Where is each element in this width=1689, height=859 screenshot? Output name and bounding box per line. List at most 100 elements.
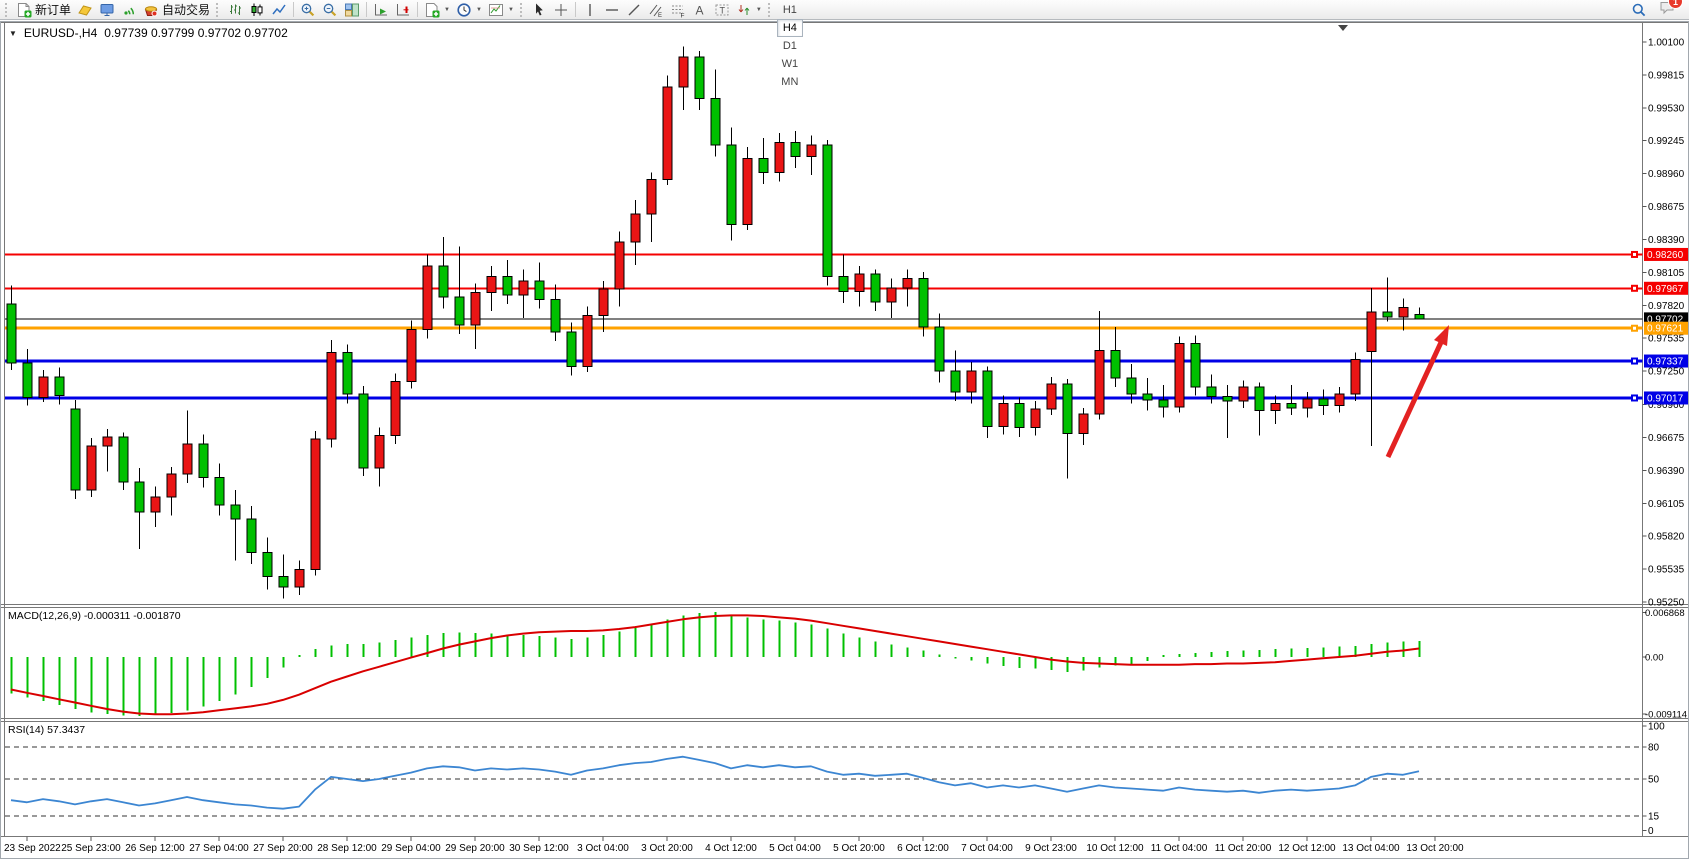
candlestick-chart-button[interactable] [246, 1, 268, 19]
line-anchor-marker-center [1633, 253, 1636, 256]
candle-body [1255, 387, 1264, 410]
candle-body [775, 142, 784, 172]
candle-body [999, 403, 1008, 426]
horizontal-line-button[interactable] [601, 1, 623, 19]
candle-body [1271, 403, 1280, 410]
candle-body [1207, 387, 1216, 396]
candle-body [455, 297, 464, 325]
time-tick-label: 28 Sep 12:00 [317, 843, 377, 854]
timeframe-h4[interactable]: H4 [777, 19, 803, 37]
templates-button[interactable]: ▼ [485, 1, 517, 19]
timeframe-d1[interactable]: D1 [777, 37, 803, 55]
chart-profiles-button[interactable] [74, 1, 96, 19]
vertical-line-icon [582, 2, 598, 18]
price-tick-label: 0.95820 [1648, 532, 1685, 543]
tile-windows-button[interactable] [341, 1, 363, 19]
arrows-icon [736, 2, 752, 18]
toolbar-grip [768, 3, 773, 17]
macd-label: MACD(12,26,9) -0.000311 -0.001870 [8, 610, 181, 622]
candle-body [679, 57, 688, 87]
chat-button[interactable]: 1 [1659, 0, 1675, 20]
chart-shift-marker[interactable] [1338, 25, 1348, 31]
signals-button[interactable] [118, 1, 140, 19]
hline-price-tag-label: 0.98260 [1647, 250, 1684, 261]
candle-body [151, 497, 160, 512]
candle-body [951, 371, 960, 392]
candlesticks [7, 47, 1424, 599]
candle-body [279, 577, 288, 587]
cursor-button[interactable] [528, 1, 550, 19]
timeframe-w1[interactable]: W1 [777, 55, 803, 73]
periods-button[interactable]: ▼ [453, 1, 485, 19]
trendline-icon [626, 2, 642, 18]
toolbar-separator [366, 2, 367, 17]
candle-body [359, 394, 368, 468]
candle-body [135, 482, 144, 512]
toolbar-separator [293, 2, 294, 17]
equidistant-channel-button[interactable]: E [645, 1, 667, 19]
auto-scroll-button[interactable] [370, 1, 392, 19]
candle-body [919, 279, 928, 327]
text-label-icon: T [714, 2, 730, 18]
time-tick-label: 12 Oct 12:00 [1278, 843, 1336, 854]
candle-body [215, 477, 224, 505]
time-tick-label: 13 Oct 20:00 [1406, 843, 1464, 854]
candle-body [1063, 384, 1072, 434]
candle-body [583, 316, 592, 367]
price-tick-label: 0.96105 [1648, 499, 1685, 510]
search-icon[interactable] [1631, 2, 1647, 18]
autotrading-icon [143, 2, 159, 18]
time-axis[interactable]: 23 Sep 202225 Sep 23:0026 Sep 12:0027 Se… [4, 837, 1464, 855]
line-anchor-marker-center [1633, 327, 1636, 330]
vertical-line-button[interactable] [579, 1, 601, 19]
auto-scroll-icon [373, 2, 389, 18]
rsi-line [11, 757, 1419, 809]
chart-title: ▼ EURUSD-,H4 0.97739 0.97799 0.97702 0.9… [9, 26, 288, 40]
autotrading-button[interactable]: 自动交易 [140, 1, 213, 19]
zoom-out-icon [322, 2, 338, 18]
chevron-down-icon: ▼ [444, 7, 450, 13]
price-tick-label: 0.99245 [1648, 136, 1685, 147]
chart-shift-button[interactable] [392, 1, 414, 19]
time-tick-label: 5 Oct 04:00 [769, 843, 821, 854]
crosshair-button[interactable] [550, 1, 572, 19]
text-label-button[interactable]: T [711, 1, 733, 19]
chart-window[interactable]: ▼ EURUSD-,H4 0.97739 0.97799 0.97702 0.9… [0, 21, 1689, 859]
candle-body [839, 276, 848, 291]
hline-price-tag-label: 0.97621 [1647, 324, 1684, 335]
chart-canvas[interactable]: 1.001000.998150.995300.992450.989600.986… [1, 22, 1688, 856]
candle-body [247, 519, 256, 552]
timeframe-h1[interactable]: H1 [777, 1, 803, 19]
price-tick-label: 0.97535 [1648, 334, 1685, 345]
timeframe-mn[interactable]: MN [777, 73, 803, 91]
candle-body [711, 99, 720, 145]
line-chart-button[interactable] [268, 1, 290, 19]
trend-arrow-annotation[interactable] [1388, 325, 1449, 457]
candle-body [855, 274, 864, 291]
candle-body [103, 437, 112, 446]
new-order-button[interactable]: 新订单 [13, 1, 74, 19]
candle-body [119, 437, 128, 482]
price-tick-label: 0.98960 [1648, 169, 1685, 180]
chart-ohlc-values: 0.97739 0.97799 0.97702 0.97702 [104, 26, 288, 40]
macd-tick-label: 0.00 [1645, 653, 1664, 664]
bar-chart-button[interactable] [224, 1, 246, 19]
time-tick-label: 29 Sep 04:00 [381, 843, 441, 854]
terminal-button[interactable] [96, 1, 118, 19]
trendline-button[interactable] [623, 1, 645, 19]
fibonacci-button[interactable]: F [667, 1, 689, 19]
text-button[interactable]: A [689, 1, 711, 19]
price-tick-label: 0.95535 [1648, 565, 1685, 576]
candle-body [55, 377, 64, 395]
arrows-button[interactable]: ▼ [733, 1, 765, 19]
zoom-in-button[interactable] [297, 1, 319, 19]
time-tick-label: 23 Sep 2022 [4, 843, 61, 854]
time-tick-label: 9 Oct 23:00 [1025, 843, 1077, 854]
zoom-out-button[interactable] [319, 1, 341, 19]
signals-icon [121, 2, 137, 18]
candle-body [695, 57, 704, 99]
indicators-button[interactable]: ▼ [421, 1, 453, 19]
one-click-dropdown-icon[interactable]: ▼ [9, 29, 17, 38]
price-tick-label: 1.00100 [1648, 38, 1685, 49]
svg-text:F: F [680, 12, 684, 18]
